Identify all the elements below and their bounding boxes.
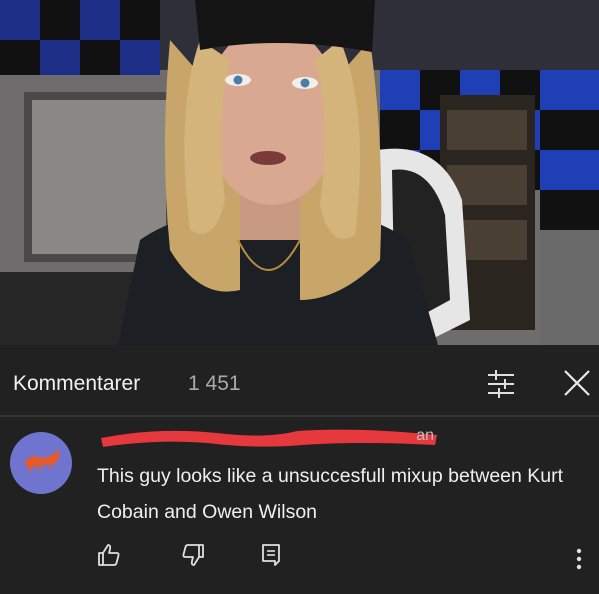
video-frame-illustration xyxy=(0,0,599,345)
comments-title: Kommentarer xyxy=(13,372,141,395)
sliders-icon[interactable] xyxy=(486,369,516,399)
thumbs-down-icon[interactable] xyxy=(181,543,205,567)
thumbs-up-icon[interactable] xyxy=(97,543,121,567)
more-vertical-icon[interactable] xyxy=(574,547,584,571)
avatar[interactable] xyxy=(10,432,72,494)
comments-count: 1 451 xyxy=(188,372,241,395)
comments-panel: Kommentarer 1 451 an This guy looks like… xyxy=(0,345,599,594)
video-thumbnail[interactable] xyxy=(0,0,599,345)
avatar-fox-icon xyxy=(24,449,60,473)
header-divider xyxy=(0,415,599,417)
comment-text: This guy looks like a unsuccesfull mixup… xyxy=(97,465,564,523)
author-redaction xyxy=(101,429,437,447)
close-icon[interactable] xyxy=(563,369,591,397)
comment-author-visible: an xyxy=(416,427,434,444)
comment-author[interactable]: an xyxy=(97,425,442,447)
reply-icon[interactable] xyxy=(259,543,283,567)
